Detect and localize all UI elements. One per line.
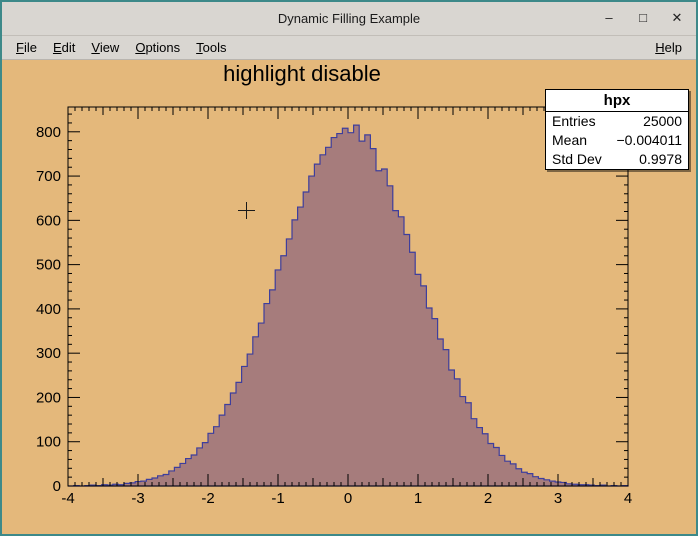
stats-title: hpx xyxy=(546,90,688,112)
stats-row-stddev: Std Dev 0.9978 xyxy=(546,150,688,169)
svg-text:1: 1 xyxy=(414,490,422,507)
svg-text:3: 3 xyxy=(554,490,562,507)
stats-label-entries: Entries xyxy=(552,112,596,131)
stats-value-mean: −0.004011 xyxy=(616,131,682,150)
svg-text:-3: -3 xyxy=(131,490,144,507)
window-controls: – □ ✕ xyxy=(596,7,690,29)
svg-text:200: 200 xyxy=(36,389,61,406)
svg-text:500: 500 xyxy=(36,257,61,274)
svg-text:800: 800 xyxy=(36,124,61,141)
title-bar[interactable]: Dynamic Filling Example – □ ✕ xyxy=(2,2,696,36)
minimize-button[interactable]: – xyxy=(596,7,622,29)
window-title: Dynamic Filling Example xyxy=(2,11,696,26)
menu-file[interactable]: File xyxy=(8,38,45,57)
menu-tools[interactable]: Tools xyxy=(188,38,234,57)
stats-row-entries: Entries 25000 xyxy=(546,112,688,131)
svg-text:0: 0 xyxy=(53,478,61,495)
stats-box[interactable]: hpx Entries 25000 Mean −0.004011 Std Dev… xyxy=(545,89,689,170)
menu-view[interactable]: View xyxy=(83,38,127,57)
svg-text:-4: -4 xyxy=(61,490,74,507)
svg-text:400: 400 xyxy=(36,301,61,318)
svg-text:600: 600 xyxy=(36,212,61,229)
cursor-crosshair xyxy=(238,202,255,219)
menu-options[interactable]: Options xyxy=(127,38,188,57)
svg-text:-1: -1 xyxy=(271,490,284,507)
svg-text:-2: -2 xyxy=(201,490,214,507)
stats-value-entries: 25000 xyxy=(643,112,682,131)
svg-text:100: 100 xyxy=(36,434,61,451)
menu-bar: File Edit View Options Tools Help xyxy=(2,36,696,60)
menu-help[interactable]: Help xyxy=(647,38,690,57)
plot-canvas[interactable]: highlight disable -4-3-2-101234010020030… xyxy=(2,60,696,534)
stats-row-mean: Mean −0.004011 xyxy=(546,131,688,150)
svg-text:2: 2 xyxy=(484,490,492,507)
svg-text:300: 300 xyxy=(36,345,61,362)
stats-label-stddev: Std Dev xyxy=(552,150,602,169)
stats-label-mean: Mean xyxy=(552,131,587,150)
menu-edit[interactable]: Edit xyxy=(45,38,83,57)
histogram-bars[interactable] xyxy=(68,125,628,486)
root-canvas-window: Dynamic Filling Example – □ ✕ File Edit … xyxy=(0,0,698,536)
close-button[interactable]: ✕ xyxy=(664,7,690,29)
stats-value-stddev: 0.9978 xyxy=(639,150,682,169)
svg-text:0: 0 xyxy=(344,490,352,507)
maximize-button[interactable]: □ xyxy=(630,7,656,29)
svg-text:700: 700 xyxy=(36,168,61,185)
svg-text:4: 4 xyxy=(624,490,632,507)
